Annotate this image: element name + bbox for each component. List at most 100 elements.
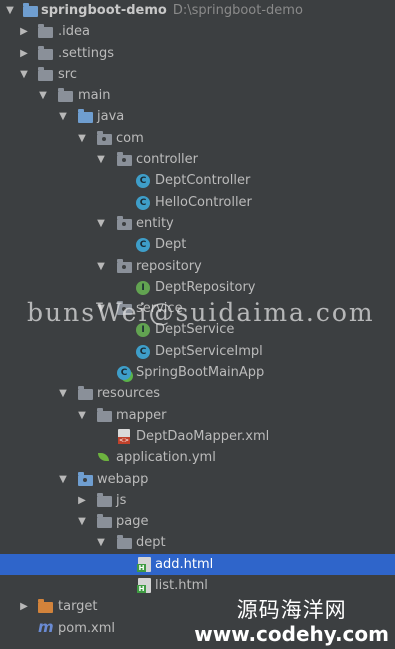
- class-icon: C: [136, 344, 150, 359]
- node-label: DeptServiceImpl: [155, 343, 263, 359]
- chevron-down-icon[interactable]: ▼: [95, 256, 107, 277]
- resources-folder-icon: [78, 386, 93, 401]
- node-label: SpringBootMainApp: [136, 365, 265, 381]
- node-label: pom.xml: [58, 620, 115, 636]
- tree-node-dept-service[interactable]: I DeptService: [0, 319, 395, 340]
- node-label: dept: [136, 535, 166, 551]
- node-label: .settings: [58, 45, 114, 61]
- folder-icon: [97, 407, 112, 422]
- node-label: DeptController: [155, 173, 251, 189]
- tree-node-main-app[interactable]: C SpringBootMainApp: [0, 362, 395, 383]
- tree-node-settings[interactable]: ▶ .settings: [0, 43, 395, 64]
- chevron-down-icon[interactable]: ▼: [18, 64, 30, 85]
- tree-node-js[interactable]: ▶ js: [0, 490, 395, 511]
- folder-icon: [38, 24, 53, 39]
- interface-icon: I: [136, 323, 150, 338]
- chevron-right-icon[interactable]: ▶: [18, 43, 30, 64]
- excluded-folder-icon: [38, 599, 53, 614]
- chevron-down-icon[interactable]: ▼: [95, 532, 107, 553]
- tree-node-add-html[interactable]: add.html: [0, 553, 395, 576]
- chevron-right-icon[interactable]: ▶: [18, 596, 30, 617]
- tree-node-controller[interactable]: ▼ controller: [0, 149, 395, 170]
- package-icon: [117, 301, 132, 316]
- maven-icon: m: [38, 617, 54, 636]
- class-icon: C: [136, 195, 150, 210]
- tree-node-dept-folder[interactable]: ▼ dept: [0, 532, 395, 553]
- tree-node-dept-repository[interactable]: I DeptRepository: [0, 277, 395, 298]
- xml-file-icon: [118, 428, 130, 444]
- chevron-down-icon[interactable]: ▼: [76, 128, 88, 149]
- tree-node-dept-controller[interactable]: C DeptController: [0, 170, 395, 191]
- module-folder-icon: [23, 3, 38, 17]
- tree-node-application-yml[interactable]: application.yml: [0, 447, 395, 468]
- source-folder-icon: [78, 109, 93, 124]
- class-icon: C: [136, 238, 150, 253]
- tree-node-webapp[interactable]: ▼ webapp: [0, 469, 395, 490]
- chevron-right-icon[interactable]: ▶: [18, 21, 30, 42]
- tree-node-entity[interactable]: ▼ entity: [0, 213, 395, 234]
- tree-node-src[interactable]: ▼ src: [0, 64, 395, 85]
- node-label: DeptDaoMapper.xml: [136, 428, 270, 444]
- node-label: src: [58, 66, 77, 82]
- tree-node-page[interactable]: ▼ page: [0, 511, 395, 532]
- node-label: Dept: [155, 237, 187, 253]
- node-label: entity: [136, 215, 174, 231]
- project-path: D:\springboot-demo: [172, 3, 303, 18]
- web-folder-icon: [78, 471, 93, 486]
- tree-node-resources[interactable]: ▼ resources: [0, 383, 395, 404]
- node-label: com: [116, 130, 144, 146]
- tree-node-hello-controller[interactable]: C HelloController: [0, 192, 395, 213]
- tree-node-idea[interactable]: ▶ .idea: [0, 21, 395, 42]
- node-label: webapp: [97, 471, 149, 487]
- chevron-down-icon[interactable]: ▼: [57, 383, 69, 404]
- node-label: list.html: [155, 578, 208, 594]
- node-label: DeptRepository: [155, 279, 256, 295]
- node-label: page: [116, 514, 149, 530]
- package-icon: [117, 152, 132, 167]
- tree-node-pom[interactable]: m pom.xml: [0, 618, 395, 639]
- node-label: application.yml: [116, 450, 216, 466]
- chevron-right-icon[interactable]: ▶: [76, 490, 88, 511]
- folder-icon: [97, 492, 112, 507]
- package-icon: [97, 130, 112, 145]
- chevron-down-icon[interactable]: ▼: [76, 405, 88, 426]
- tree-node-java[interactable]: ▼ java: [0, 106, 395, 127]
- node-label: main: [78, 88, 111, 104]
- node-label: js: [116, 492, 127, 508]
- node-label: target: [58, 599, 98, 615]
- folder-icon: [38, 66, 53, 81]
- node-label: HelloController: [155, 194, 252, 210]
- tree-node-root[interactable]: ▼ springboot-demo D:\springboot-demo: [0, 0, 395, 21]
- tree-node-list-html[interactable]: list.html: [0, 575, 395, 596]
- folder-icon: [117, 535, 132, 550]
- chevron-down-icon[interactable]: ▼: [37, 85, 49, 106]
- package-icon: [117, 258, 132, 273]
- chevron-down-icon[interactable]: ▼: [95, 149, 107, 170]
- tree-node-target[interactable]: ▶ target: [0, 596, 395, 617]
- chevron-down-icon[interactable]: ▼: [76, 511, 88, 532]
- tree-node-dept[interactable]: C Dept: [0, 234, 395, 255]
- tree-node-dept-service-impl[interactable]: C DeptServiceImpl: [0, 341, 395, 362]
- chevron-down-icon[interactable]: ▼: [57, 469, 69, 490]
- folder-icon: [58, 88, 73, 103]
- tree-node-main[interactable]: ▼ main: [0, 85, 395, 106]
- chevron-down-icon[interactable]: ▼: [4, 0, 16, 21]
- tree-node-dept-dao-mapper[interactable]: DeptDaoMapper.xml: [0, 426, 395, 447]
- folder-icon: [38, 45, 53, 60]
- folder-icon: [97, 514, 112, 529]
- tree-node-repository[interactable]: ▼ repository: [0, 256, 395, 277]
- tree-node-mapper[interactable]: ▼ mapper: [0, 405, 395, 426]
- node-label: controller: [136, 152, 199, 168]
- tree-node-com[interactable]: ▼ com: [0, 128, 395, 149]
- project-name: springboot-demo: [41, 3, 167, 18]
- node-label: repository: [136, 258, 202, 274]
- chevron-down-icon[interactable]: ▼: [95, 213, 107, 234]
- tree-node-service[interactable]: ▼ service: [0, 298, 395, 319]
- chevron-down-icon[interactable]: ▼: [95, 298, 107, 319]
- node-label: DeptService: [155, 322, 235, 338]
- chevron-down-icon[interactable]: ▼: [57, 106, 69, 127]
- node-label: idea: [62, 24, 90, 40]
- node-label: resources: [97, 386, 161, 402]
- class-icon: C: [136, 174, 150, 189]
- project-tree: ▼ springboot-demo D:\springboot-demo ▶ .i…: [0, 0, 395, 639]
